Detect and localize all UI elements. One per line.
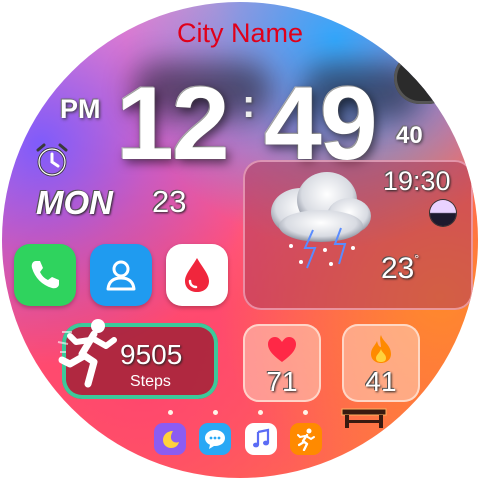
hours: 12 xyxy=(116,66,230,182)
watch-face: City Name PM 12 : 49 40 MON 23 19:30 23°… xyxy=(2,2,478,478)
dock-indicator-dot xyxy=(258,410,263,415)
dock-indicator-dot xyxy=(168,410,173,415)
weather-temperature: 23 xyxy=(381,252,415,285)
music-note-icon xyxy=(253,428,270,448)
city-name: City Name xyxy=(176,18,304,48)
heart-rate-value: 71 xyxy=(266,366,298,397)
thunderstorm-cloud-icon xyxy=(261,168,379,272)
exercise-app[interactable] xyxy=(290,423,322,455)
contacts-app[interactable] xyxy=(90,244,152,306)
ampm-label: PM xyxy=(60,94,101,124)
blood-drop-icon xyxy=(185,258,209,292)
dock-indicator-dot xyxy=(213,410,218,415)
blood-oxygen-app[interactable] xyxy=(166,244,228,306)
messages-app[interactable] xyxy=(199,423,231,455)
day-of-week: MON xyxy=(36,184,113,221)
running-icon xyxy=(297,428,315,451)
calories-value: 41 xyxy=(365,366,397,397)
sleep-app[interactable] xyxy=(154,423,186,455)
bench-icon xyxy=(340,406,388,430)
flame-icon xyxy=(369,334,393,364)
heart-rate-card[interactable]: 71 xyxy=(243,324,321,402)
dock-indicator-dot xyxy=(303,410,308,415)
weather-card[interactable]: 19:30 23° xyxy=(243,160,473,310)
moon-icon xyxy=(163,431,179,448)
record-icon xyxy=(414,66,440,92)
moon-phase-icon xyxy=(430,200,456,226)
top-right-control[interactable] xyxy=(394,52,454,104)
contacts-icon xyxy=(106,260,136,291)
weather-temperature-row: 23° xyxy=(381,252,419,286)
calories-card[interactable]: 41 xyxy=(342,324,420,402)
heart-icon xyxy=(267,336,297,364)
steps-count: 9505 xyxy=(120,339,183,370)
phone-app[interactable] xyxy=(14,244,76,306)
steps-label: Steps xyxy=(130,373,171,390)
chat-bubble-icon xyxy=(205,430,225,449)
time-colon: : xyxy=(242,82,256,126)
seconds: 40 xyxy=(396,122,423,149)
day-of-month: 23 xyxy=(152,184,187,219)
alarm-icon[interactable] xyxy=(32,140,72,180)
degree-symbol: ° xyxy=(414,252,420,266)
music-app[interactable] xyxy=(245,423,277,455)
runner-icon xyxy=(54,314,124,390)
weather-time: 19:30 xyxy=(383,166,451,196)
phone-icon xyxy=(31,261,59,289)
